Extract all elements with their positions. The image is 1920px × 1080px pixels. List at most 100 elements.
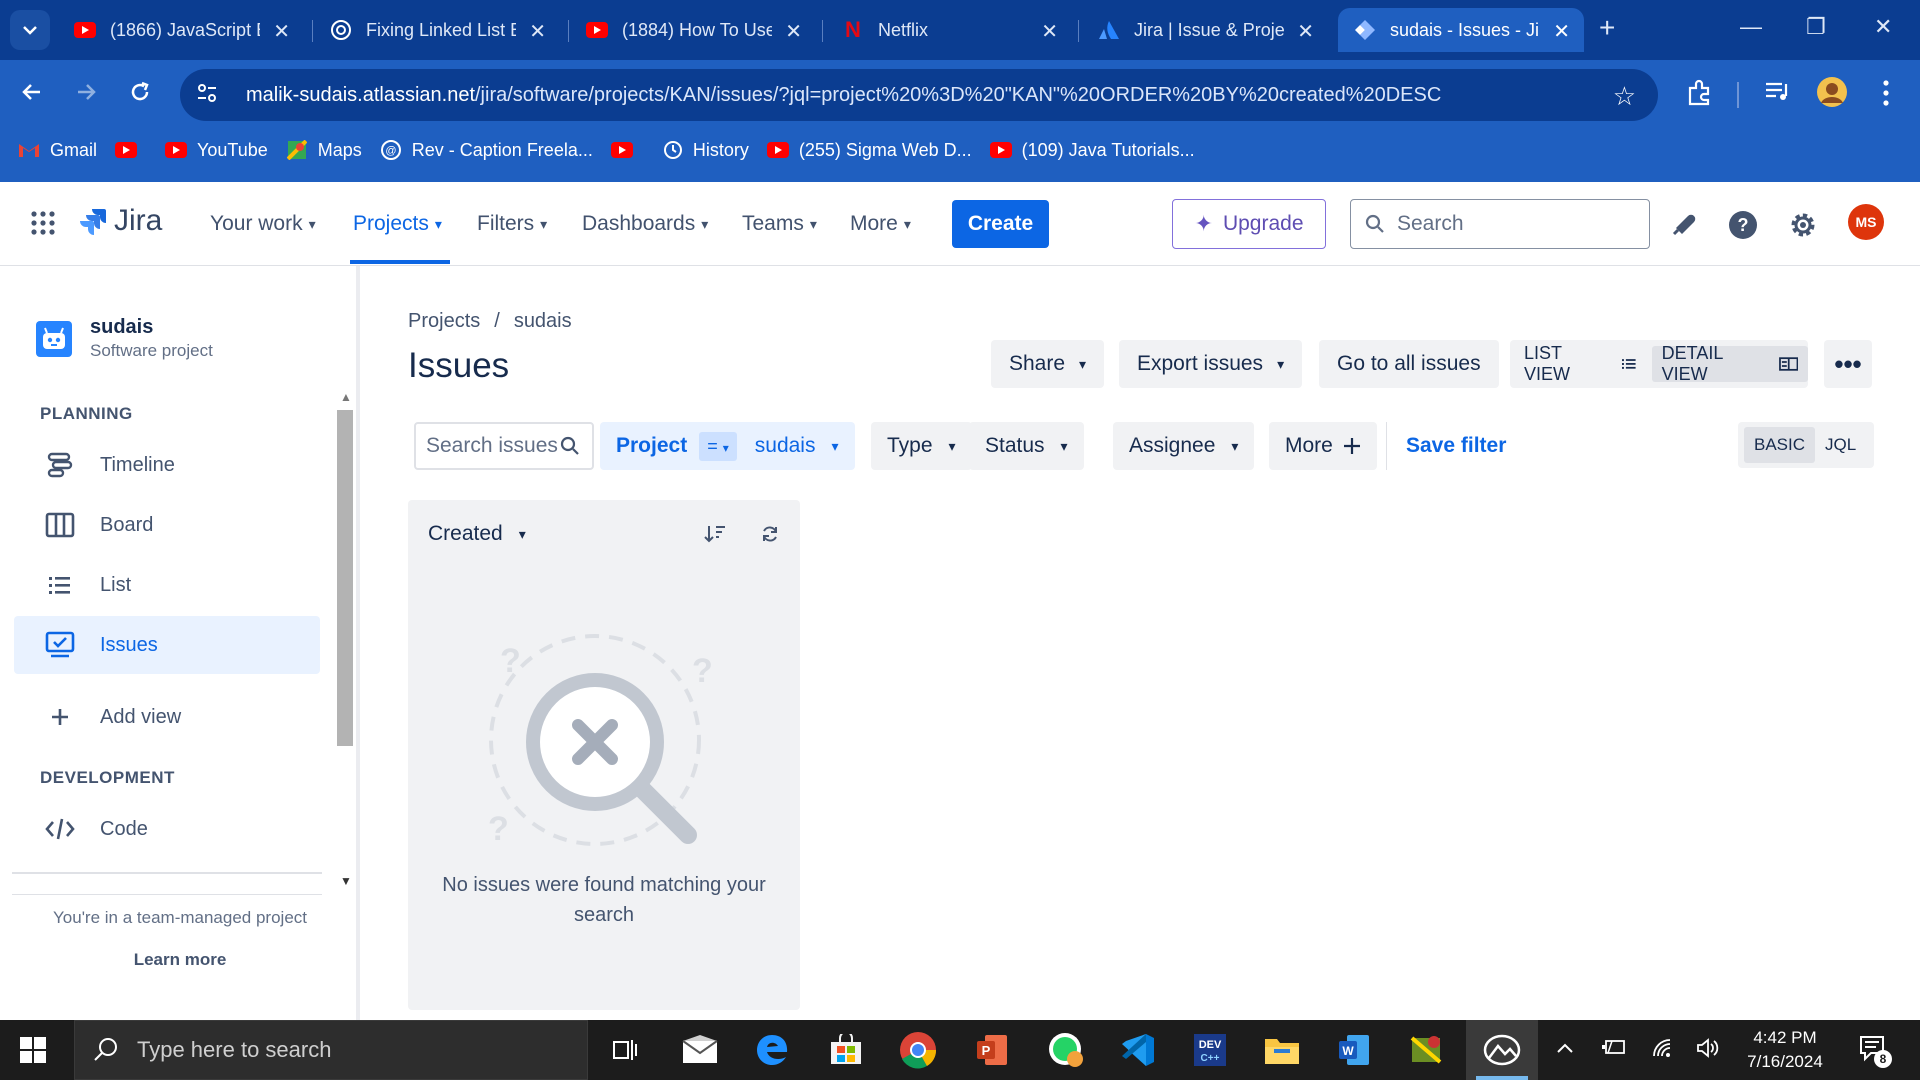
global-search-input[interactable]: Search [1350,199,1650,249]
profile-avatar-icon[interactable] [1816,76,1848,113]
taskbar-mail[interactable] [680,1030,720,1070]
detail-view-button[interactable]: DETAIL VIEW [1651,343,1808,384]
search-issues-input[interactable]: Search issues [414,422,594,470]
close-icon[interactable]: ✕ [785,19,802,44]
media-controls-icon[interactable] [1764,80,1792,109]
help-button[interactable]: ? [1728,210,1758,245]
sidebar-item-code[interactable]: Code [14,800,320,858]
close-icon[interactable]: ✕ [1297,19,1314,44]
share-button[interactable]: Share ▾ [991,340,1105,388]
taskbar-powerpoint[interactable]: P [972,1030,1012,1070]
jql-mode-button[interactable]: JQL [1815,427,1866,463]
settings-button[interactable] [1788,210,1818,245]
restore-button[interactable]: ❐ [1806,14,1826,40]
project-filter[interactable]: Project = ▾ sudais ▾ [600,422,855,470]
taskbar-word[interactable]: W [1334,1030,1374,1070]
nav-your-work[interactable]: Your work ▾ [210,212,316,236]
taskbar-search[interactable]: Type here to search [74,1020,588,1080]
assignee-filter[interactable]: Assignee ▾ [1113,422,1255,470]
close-icon[interactable]: ✕ [529,19,546,44]
taskbar-edge[interactable] [752,1030,792,1070]
reload-button[interactable] [128,80,152,111]
bookmark-youtube[interactable]: YouTube [165,140,268,161]
operator-select[interactable]: = ▾ [699,431,737,461]
task-view-button[interactable] [604,1030,644,1070]
scroll-down-icon[interactable]: ▼ [340,874,352,888]
close-icon[interactable]: ✕ [273,19,290,44]
jira-logo[interactable]: Jira [78,204,162,238]
bookmark-sigma[interactable]: (255) Sigma Web D... [766,140,972,161]
sort-field-select[interactable]: Created ▾ [428,522,526,546]
notification-center-button[interactable]: 8 [1858,1034,1892,1069]
basic-mode-button[interactable]: BASIC [1744,427,1816,463]
nav-projects[interactable]: Projects ▾ [353,212,442,236]
sidebar-item-list[interactable]: List [14,556,320,614]
taskbar-chrome[interactable] [898,1030,938,1070]
bookmark-star-icon[interactable]: ☆ [1613,81,1636,112]
sidebar-item-board[interactable]: Board [14,496,320,554]
more-filters-button[interactable]: More [1269,422,1377,470]
more-actions-button[interactable]: ••• [1824,340,1872,388]
nav-dashboards[interactable]: Dashboards ▾ [582,212,708,236]
taskbar-file-explorer[interactable] [1262,1030,1302,1070]
tab-4[interactable]: N Netflix ✕ [826,8,1072,52]
bookmark-history[interactable]: History [661,140,749,161]
bookmark-youtube-unlabeled-2[interactable] [610,142,643,158]
forward-button[interactable] [74,80,98,111]
learn-more-link[interactable]: Learn more [0,950,360,970]
tab-5[interactable]: Jira | Issue & Proje ✕ [1082,8,1328,52]
tray-overflow-button[interactable] [1556,1038,1574,1059]
nav-filters[interactable]: Filters ▾ [477,212,547,236]
tray-battery[interactable] [1602,1038,1626,1061]
tab-3[interactable]: (1884) How To Use ✕ [570,8,816,52]
nav-teams[interactable]: Teams ▾ [742,212,817,236]
bookmark-youtube-unlabeled[interactable] [115,142,147,158]
user-avatar[interactable]: MS [1848,204,1884,240]
tray-volume[interactable] [1696,1038,1720,1063]
status-filter[interactable]: Status ▾ [969,422,1084,470]
tray-wifi[interactable] [1652,1038,1674,1063]
project-header[interactable]: sudais Software project [36,316,213,361]
taskbar-photos[interactable] [1482,1030,1522,1070]
bookmark-gmail[interactable]: Gmail [18,140,97,161]
type-filter[interactable]: Type ▾ [871,422,972,470]
refresh-button[interactable] [760,524,780,549]
tab-search-button[interactable] [10,10,50,50]
tab-1[interactable]: (1866) JavaScript E ✕ [58,8,304,52]
minimize-button[interactable]: — [1740,14,1762,40]
site-info-icon[interactable] [196,82,226,109]
new-tab-button[interactable]: + [1599,12,1615,44]
bookmark-java[interactable]: (109) Java Tutorials... [989,140,1195,161]
close-icon[interactable]: ✕ [1553,19,1570,44]
taskbar-clock[interactable]: 4:42 PM 7/16/2024 [1730,1026,1840,1074]
extensions-icon[interactable] [1686,78,1714,111]
list-view-button[interactable]: LIST VIEW [1514,343,1646,384]
create-button[interactable]: Create [952,200,1049,248]
taskbar-store[interactable] [826,1030,866,1070]
browser-menu-icon[interactable] [1882,80,1890,111]
breadcrumb-project[interactable]: sudais [514,310,572,333]
start-button[interactable] [20,1037,46,1068]
export-issues-button[interactable]: Export issues ▾ [1119,340,1303,388]
tab-2[interactable]: Fixing Linked List E ✕ [314,8,560,52]
notifications-button[interactable] [1670,210,1698,243]
scroll-up-icon[interactable]: ▲ [340,390,352,404]
close-icon[interactable]: ✕ [1041,19,1058,44]
sidebar-item-timeline[interactable]: Timeline [14,436,320,494]
back-button[interactable] [20,80,44,111]
tab-6-active[interactable]: sudais - Issues - Jir ✕ [1338,8,1584,52]
taskbar-app-generic[interactable] [1406,1030,1446,1070]
add-view-button[interactable]: Add view [14,688,320,746]
breadcrumb-projects[interactable]: Projects [408,310,480,333]
taskbar-whatsapp[interactable] [1046,1030,1086,1070]
sidebar-item-issues[interactable]: Issues [14,616,320,674]
bookmark-rev[interactable]: @ Rev - Caption Freela... [380,140,593,161]
app-switcher-button[interactable] [30,210,56,241]
address-bar[interactable]: malik-sudais.atlassian.net/jira/software… [180,69,1658,121]
taskbar-vscode[interactable] [1118,1030,1158,1070]
taskbar-devcpp[interactable]: DEV C++ [1190,1030,1230,1070]
sidebar-scrollbar[interactable]: ▲ ▼ [334,386,356,894]
go-to-all-issues-button[interactable]: Go to all issues [1319,340,1499,388]
save-filter-link[interactable]: Save filter [1406,434,1506,458]
sort-order-button[interactable] [704,524,726,549]
